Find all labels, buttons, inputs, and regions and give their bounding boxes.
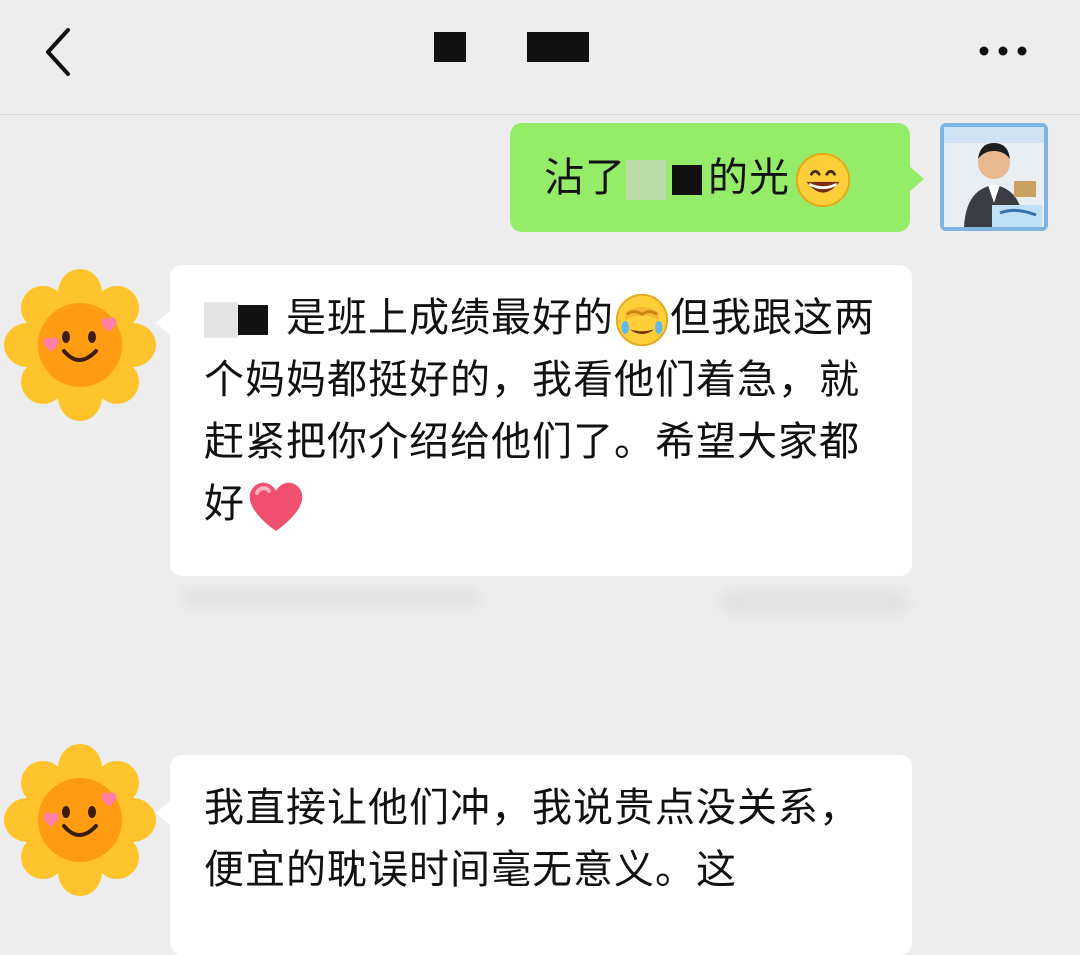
message-text: 我直接让他们冲，我说贵点没关系，便宜的耽误时间毫无意义。这 — [204, 785, 860, 893]
back-button[interactable] — [38, 24, 82, 80]
redacted-name — [238, 305, 268, 335]
message-text: 沾了 的光 — [544, 147, 852, 209]
message-text-part: 的光 — [708, 155, 790, 201]
facepalm-face-icon — [615, 293, 669, 347]
contact-message-bubble[interactable]: 我直接让他们冲，我说贵点没关系，便宜的耽误时间毫无意义。这 — [156, 755, 912, 955]
message-text-part: 沾了 — [544, 155, 626, 201]
chevron-left-icon — [46, 28, 70, 76]
my-message-bubble[interactable]: 沾了 的光 — [510, 123, 924, 232]
bubble-tail — [908, 165, 924, 193]
grinning-face-icon — [795, 152, 851, 208]
my-avatar[interactable] — [940, 123, 1048, 231]
chat-title-text: ■ ■■■ — [540, 30, 541, 31]
background-smudge — [180, 588, 480, 608]
redacted-name-blur — [626, 160, 666, 200]
redacted-title-part — [434, 32, 466, 62]
message-text: 是班上成绩最好的 但我跟这两个妈妈都挺好的，我看他们着急，就赶紧把你介绍给他们了… — [204, 287, 894, 535]
more-dots-icon — [979, 46, 1027, 56]
user-photo-avatar — [940, 123, 1048, 231]
sunflower-avatar-icon — [4, 269, 156, 421]
red-heart-icon — [249, 482, 303, 531]
bubble-tail — [156, 799, 172, 827]
contact-avatar[interactable] — [0, 740, 160, 900]
redacted-title-part — [527, 32, 589, 62]
top-bar: ■ ■■■ — [0, 0, 1080, 115]
redacted-name — [672, 165, 702, 195]
message-text-part: 是班上成绩最好的 — [286, 295, 614, 341]
redacted-name-blur — [204, 302, 238, 338]
sunflower-avatar-icon — [4, 744, 156, 896]
bubble-tail — [156, 309, 172, 337]
more-options-button[interactable] — [976, 38, 1030, 64]
background-smudge — [720, 588, 910, 616]
contact-message-bubble[interactable]: 是班上成绩最好的 但我跟这两个妈妈都挺好的，我看他们着急，就赶紧把你介绍给他们了… — [156, 265, 912, 576]
contact-avatar[interactable] — [0, 265, 160, 425]
